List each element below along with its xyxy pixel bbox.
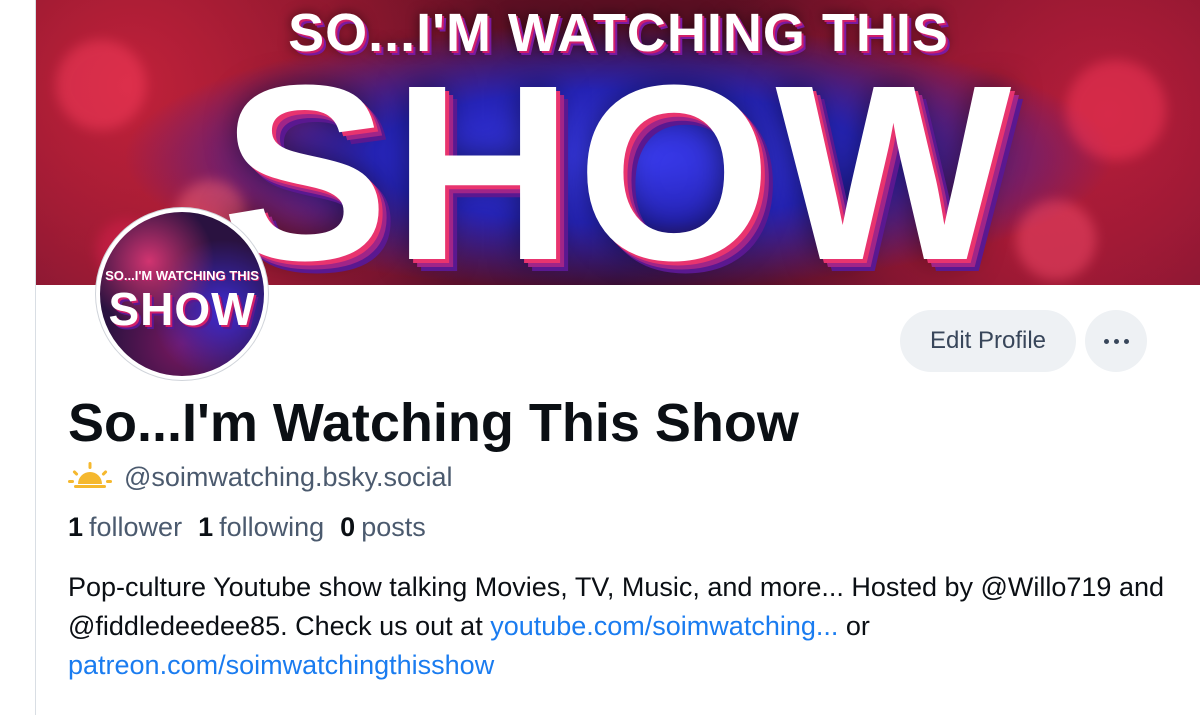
ellipsis-icon bbox=[1103, 338, 1129, 344]
following-stat[interactable]: 1 following bbox=[198, 512, 324, 543]
followers-stat[interactable]: 1 follower bbox=[68, 512, 182, 543]
avatar-title-line1: SO...I'M WATCHING THIS bbox=[105, 268, 259, 283]
youtube-link[interactable]: youtube.com/soimwatching... bbox=[490, 611, 838, 641]
more-options-button[interactable] bbox=[1085, 310, 1147, 372]
handle-row: @soimwatching.bsky.social bbox=[68, 460, 453, 494]
posts-count: 0 bbox=[340, 512, 356, 542]
profile-page: SO...I'M WATCHING THIS SHOW SO...I'M WAT… bbox=[35, 0, 1200, 715]
sunrise-icon bbox=[68, 460, 112, 494]
avatar-title-line2: SHOW bbox=[108, 283, 256, 335]
posts-stat: 0 posts bbox=[340, 512, 426, 543]
avatar[interactable]: SO...I'M WATCHING THIS SHOW bbox=[96, 208, 268, 380]
posts-label: posts bbox=[361, 512, 426, 542]
following-label: following bbox=[219, 512, 325, 542]
followers-label: follower bbox=[89, 512, 183, 542]
following-count: 1 bbox=[198, 512, 214, 542]
edit-profile-button[interactable]: Edit Profile bbox=[900, 310, 1076, 372]
profile-stats: 1 follower 1 following 0 posts bbox=[68, 512, 426, 543]
handle[interactable]: @soimwatching.bsky.social bbox=[124, 462, 453, 493]
patreon-link[interactable]: patreon.com/soimwatchingthisshow bbox=[68, 650, 494, 680]
display-name: So...I'm Watching This Show bbox=[68, 393, 799, 453]
profile-bio: Pop-culture Youtube show talking Movies,… bbox=[68, 568, 1178, 685]
followers-count: 1 bbox=[68, 512, 84, 542]
bio-text-2: or bbox=[838, 611, 870, 641]
